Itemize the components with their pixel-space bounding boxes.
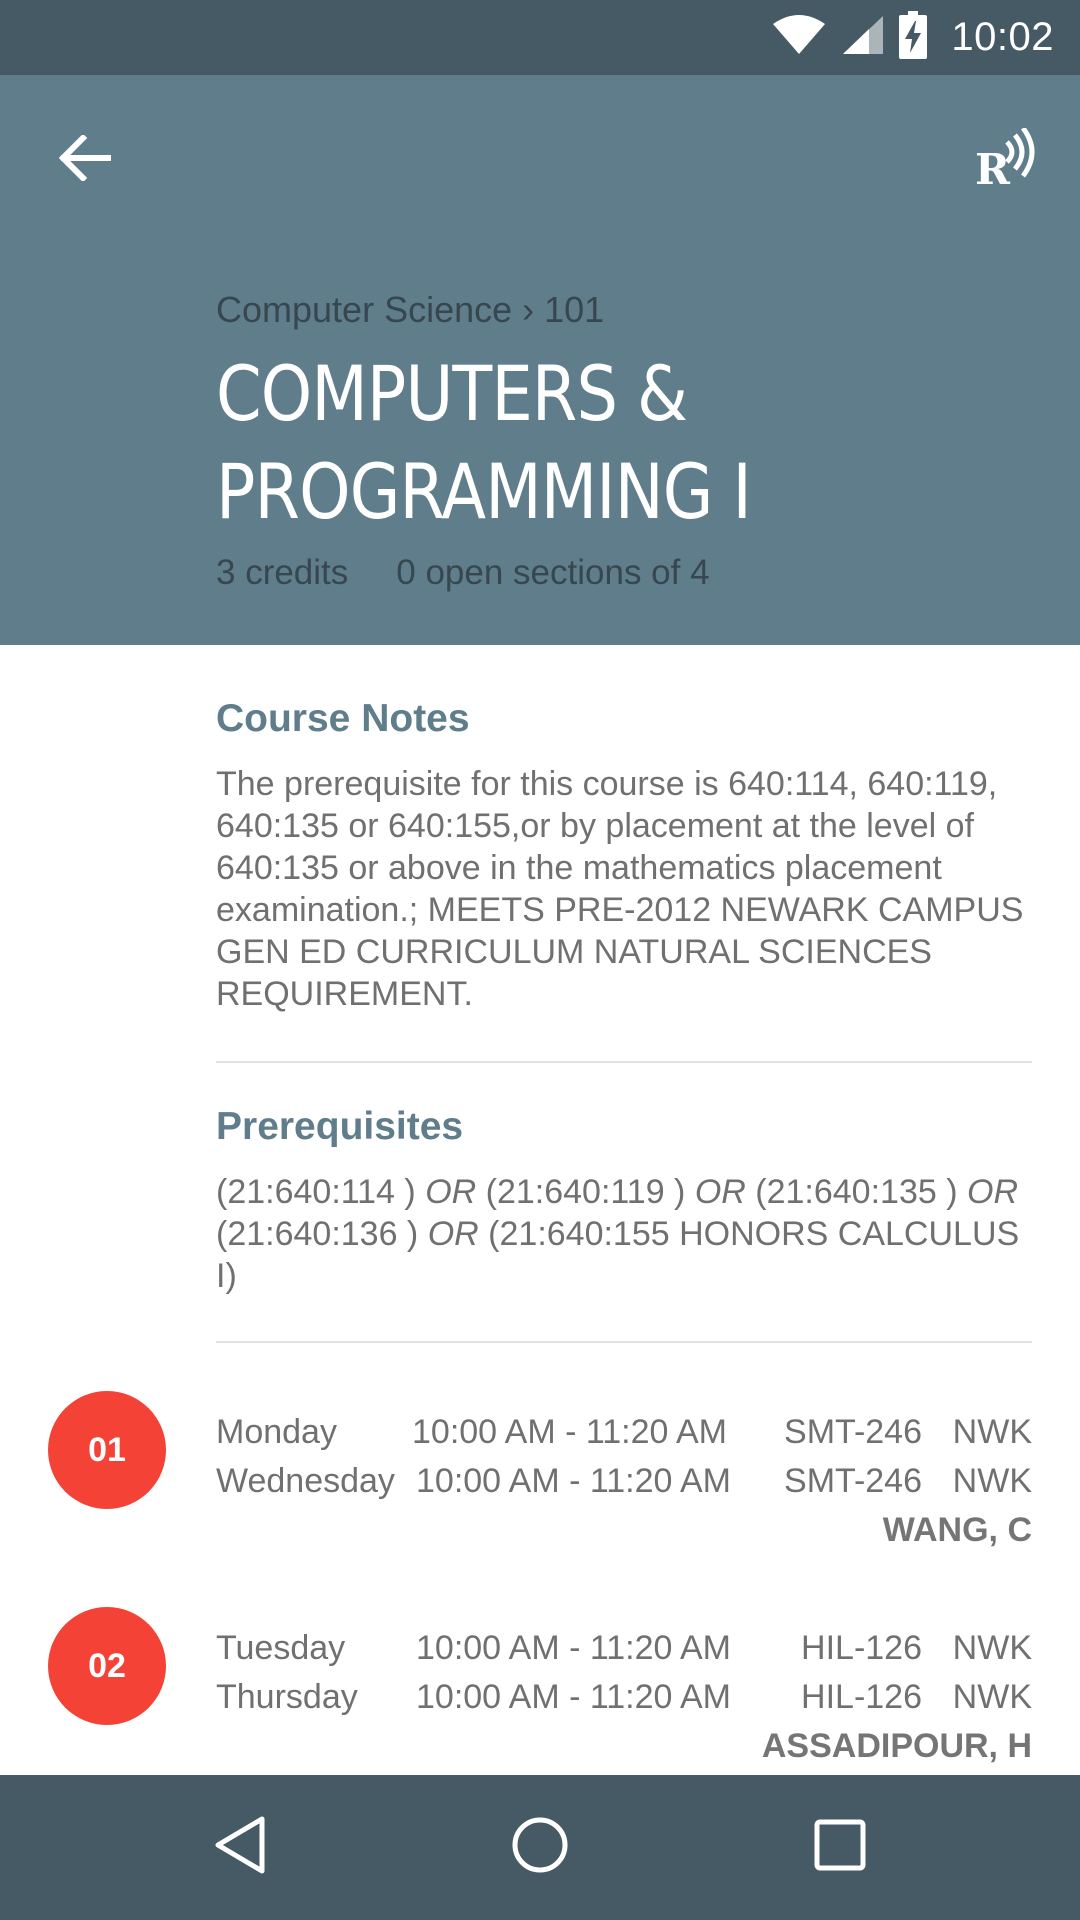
course-meta: 3 credits 0 open sections of 4 [216,553,710,593]
course-notes-text: The prerequisite for this course is 640:… [216,765,1024,1013]
rutgers-radio-icon: R [973,126,1037,194]
nav-home-icon [510,1815,570,1880]
meeting-row: Tuesday 10:00 AM - 11:20 AM HIL-126 NWK [216,1629,1032,1677]
status-time: 10:02 [951,15,1054,59]
section-row[interactable]: 02 Tuesday 10:00 AM - 11:20 AM HIL-126 N… [0,1607,1080,1775]
instructor-name: WANG, C [882,1511,1032,1549]
sections-list: 01 Monday 10:00 AM - 11:20 AM SMT-246 NW… [0,1391,1080,1775]
navigation-bar [0,1775,1080,1920]
course-notes-section: Course Notes The prerequisite for this c… [216,645,1032,1063]
nav-recents-button[interactable] [790,1797,890,1897]
nav-home-button[interactable] [490,1797,590,1897]
meeting-row: Wednesday 10:00 AM - 11:20 AM SMT-246 NW… [216,1462,1032,1510]
nav-recents-icon [813,1818,867,1877]
meeting-room: HIL-126 [801,1678,922,1716]
section-row[interactable]: 01 Monday 10:00 AM - 11:20 AM SMT-246 NW… [0,1391,1080,1607]
course-notes-heading: Course Notes [216,697,470,740]
divider [216,1341,1032,1343]
nav-back-icon [212,1815,268,1880]
status-bar: 10:02 [0,0,1080,75]
prerequisites-section: Prerequisites (21:640:114 ) OR (21:640:1… [216,1063,1032,1343]
meeting-room: HIL-126 [801,1629,922,1667]
radio-button[interactable]: R [960,115,1050,205]
instructor-name: ASSADIPOUR, H [761,1727,1032,1765]
course-header: R Computer Science › 101 COMPUTERS & PRO… [0,75,1080,645]
back-button[interactable] [40,115,130,205]
course-details[interactable]: Course Notes The prerequisite for this c… [0,645,1080,1775]
prereq-course: (21:640:136 ) [216,1215,419,1253]
meeting-time: 10:00 AM - 11:20 AM [416,1629,731,1667]
meeting-room: SMT-246 [784,1462,922,1500]
prereq-course: (21:640:114 ) [216,1173,416,1211]
prereq-course: (21:640:135 ) [755,1173,958,1211]
meeting-campus: NWK [952,1462,1032,1500]
section-number-badge: 01 [48,1391,166,1509]
section-number-badge: 02 [48,1607,166,1725]
meeting-campus: NWK [952,1678,1032,1716]
prereq-operator: OR [427,1215,479,1253]
meeting-day: Wednesday [216,1462,395,1500]
breadcrumb: Computer Science › 101 [216,289,605,330]
course-title: COMPUTERS & PROGRAMMING I [216,349,752,536]
prereq-course: (21:640:119 ) [485,1173,686,1211]
meeting-campus: NWK [952,1413,1032,1451]
meeting-row: Thursday 10:00 AM - 11:20 AM HIL-126 NWK [216,1678,1032,1726]
cellular-signal-icon [841,14,885,61]
prereq-operator: OR [694,1173,746,1211]
nav-back-button[interactable] [190,1797,290,1897]
meeting-day: Thursday [216,1678,358,1716]
meeting-day: Tuesday [216,1629,346,1667]
meeting-time: 10:00 AM - 11:20 AM [416,1678,731,1716]
meeting-time: 10:00 AM - 11:20 AM [412,1413,727,1451]
status-icons: 10:02 [771,0,1054,75]
meeting-time: 10:00 AM - 11:20 AM [416,1462,731,1500]
meeting-room: SMT-246 [784,1413,922,1451]
prerequisites-text: (21:640:114 ) OR (21:640:119 ) OR (21:64… [216,1171,1032,1297]
prerequisites-heading: Prerequisites [216,1105,464,1148]
svg-text:R: R [975,145,1011,188]
prereq-operator: OR [425,1173,477,1211]
meeting-day: Monday [216,1413,337,1451]
wifi-icon [771,14,827,61]
meeting-row: Monday 10:00 AM - 11:20 AM SMT-246 NWK [216,1413,1032,1461]
meeting-campus: NWK [952,1629,1032,1667]
credits-label: 3 credits [216,553,349,592]
arrow-left-icon [58,133,112,186]
open-sections-label: 0 open sections of 4 [396,553,710,592]
battery-charging-icon [899,11,928,64]
prereq-operator: OR [967,1173,1018,1211]
